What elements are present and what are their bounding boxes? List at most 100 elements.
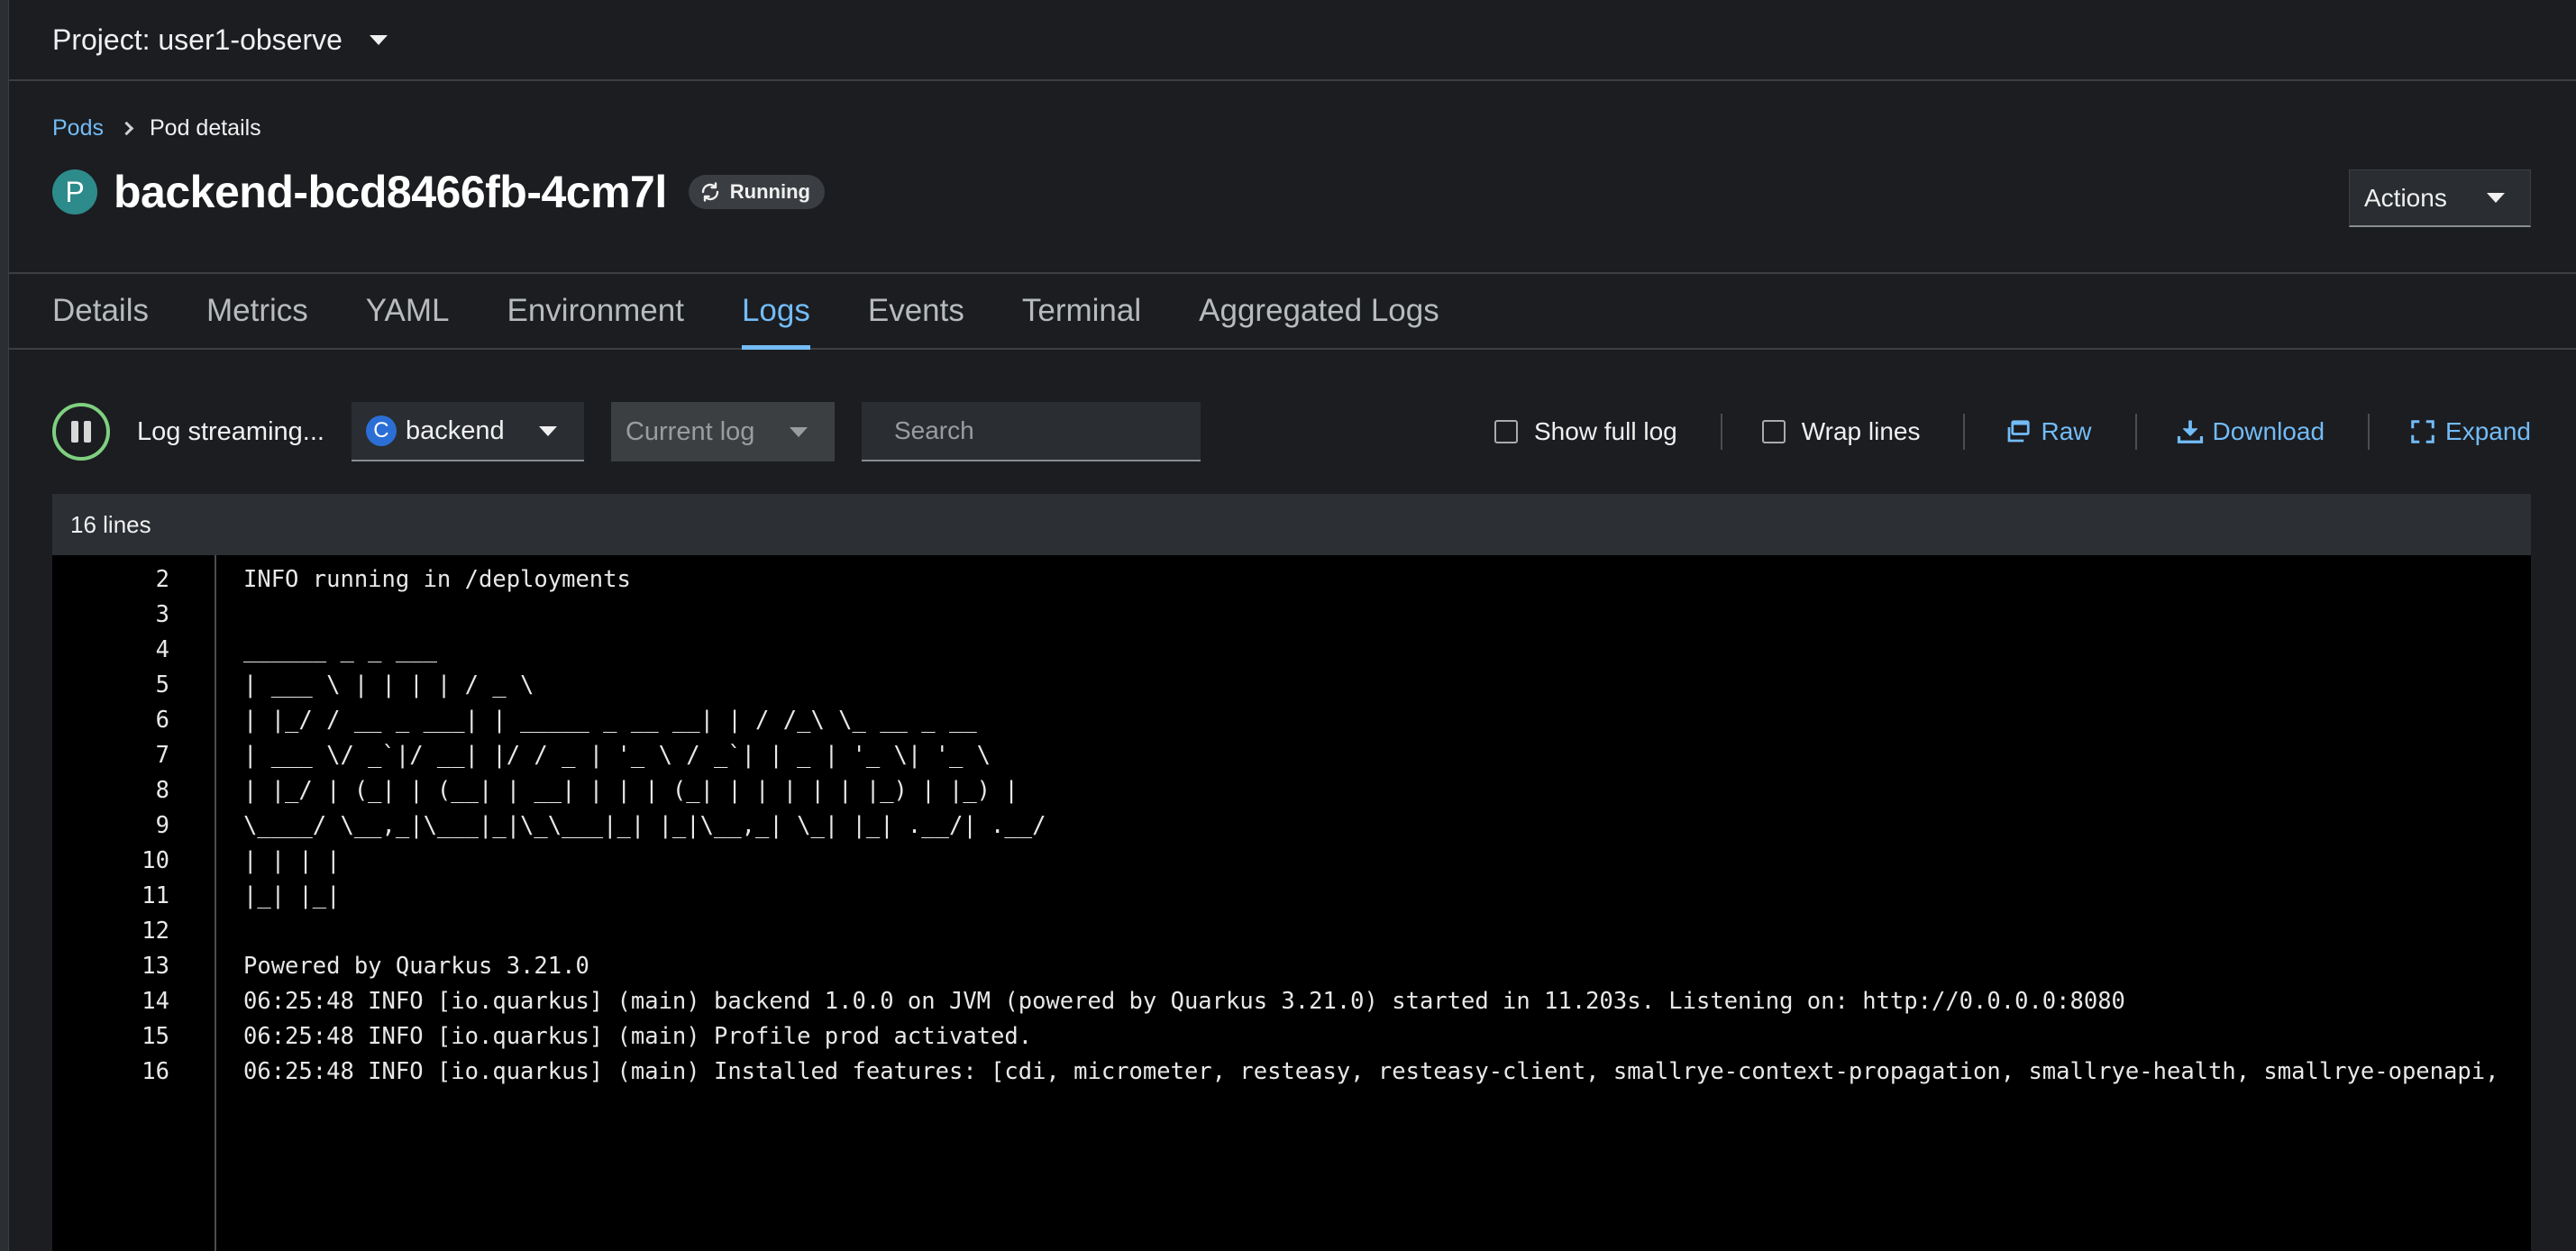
line-text: 06:25:48 INFO [io.quarkus] (main) Profil… (243, 1023, 1033, 1050)
line-text: | |_/ | (_| | (__| | __| | | | (_| | | |… (243, 777, 1019, 804)
page-title: backend-bcd8466fb-4cm7l (114, 167, 667, 217)
line-text: | | | | (243, 847, 341, 874)
show-full-log-checkbox[interactable] (1494, 420, 1518, 443)
raw-button[interactable]: Raw (2005, 417, 2092, 446)
line-number: 13 (142, 953, 169, 980)
left-nav-edge (0, 0, 9, 1251)
wrap-lines-checkbox[interactable] (1761, 420, 1786, 443)
wrap-lines-toggle[interactable]: Wrap lines (1761, 417, 1921, 446)
log-line: 4 ______ _ _ ___ (52, 633, 2531, 668)
caret-down-icon (789, 426, 808, 437)
line-text: INFO running in /deployments (243, 566, 631, 593)
line-number: 5 (155, 671, 169, 699)
line-number: 4 (155, 636, 169, 663)
caret-down-icon (369, 34, 388, 45)
log-toolbar: Log streaming... C backend Current log S… (52, 400, 2531, 463)
breadcrumb-link-pods[interactable]: Pods (52, 115, 104, 142)
container-select[interactable]: C backend (351, 402, 584, 461)
tab-yaml[interactable]: YAML (366, 274, 450, 348)
show-full-log-toggle[interactable]: Show full log (1494, 417, 1677, 446)
toolbar-divider (2368, 414, 2370, 450)
log-line: 10 | | | | (52, 844, 2531, 879)
log-line: 9 \____/ \__,_|\___|_|\_\___|_| |_|\__,_|… (52, 808, 2531, 844)
tab-aggregated-logs[interactable]: Aggregated Logs (1199, 274, 1439, 348)
line-text: | ___ \/ _`|/ __| |/ / _ | '_ \ / _`| | … (243, 742, 991, 769)
line-text: \____/ \__,_|\___|_|\_\___|_| |_|\__,_| … (243, 812, 1046, 839)
toolbar-divider (1963, 414, 1966, 450)
toolbar-divider (2134, 414, 2137, 450)
log-line: 5 | ___ \ | | | | / _ \ (52, 668, 2531, 703)
container-select-value: backend (405, 415, 505, 445)
line-number: 7 (155, 742, 169, 769)
tab-logs[interactable]: Logs (741, 274, 810, 350)
line-number: 3 (155, 601, 169, 628)
tab-details[interactable]: Details (52, 274, 149, 348)
log-line-count-bar: 16 lines (52, 494, 2531, 555)
caret-down-icon (538, 425, 557, 436)
status-badge: Running (688, 175, 825, 209)
line-number: 9 (155, 812, 169, 839)
sync-icon (701, 182, 718, 202)
search-input[interactable] (891, 415, 1221, 446)
download-label: Download (2212, 417, 2325, 445)
streaming-status: Log streaming... (137, 416, 324, 446)
log-line: 11 |_| |_| (52, 879, 2531, 914)
line-number: 2 (155, 566, 169, 593)
project-bar: Project: user1-observe (9, 0, 2576, 81)
line-number: 16 (142, 1058, 169, 1085)
log-type-select[interactable]: Current log (610, 402, 835, 461)
line-number: 15 (142, 1023, 169, 1050)
log-line: 15 06:25:48 INFO [io.quarkus] (main) Prof… (52, 1019, 2531, 1055)
line-number: 10 (142, 847, 169, 874)
log-type-value: Current log (625, 416, 755, 446)
caret-down-icon (2487, 193, 2505, 203)
line-text: Powered by Quarkus 3.21.0 (243, 953, 589, 980)
log-line: 13 Powered by Quarkus 3.21.0 (52, 949, 2531, 984)
log-line: 2 INFO running in /deployments (52, 562, 2531, 598)
line-text: |_| |_| (243, 882, 341, 909)
log-line: 3 (52, 598, 2531, 633)
actions-label: Actions (2364, 183, 2447, 212)
toolbar-divider (1720, 414, 1722, 450)
toolbar-right-group: Show full log Wrap lines Raw Download Ex… (1494, 414, 2531, 450)
chevron-right-icon (119, 121, 134, 136)
page-header: Pods Pod details P backend-bcd8466fb-4cm… (9, 83, 2576, 272)
project-selector[interactable]: Project: user1-observe (52, 23, 388, 57)
log-line: 12 (52, 914, 2531, 949)
log-line-count: 16 lines (70, 510, 151, 538)
pause-button[interactable] (52, 403, 110, 461)
container-badge: C (365, 415, 397, 446)
breadcrumb: Pods Pod details (52, 115, 261, 142)
raw-label: Raw (2041, 417, 2092, 445)
line-number: 8 (155, 777, 169, 804)
pod-resource-badge: P (52, 169, 97, 215)
tab-terminal[interactable]: Terminal (1022, 274, 1141, 348)
tab-events[interactable]: Events (868, 274, 964, 348)
download-button[interactable]: Download (2177, 417, 2325, 446)
line-text: | ___ \ | | | | / _ \ (243, 671, 534, 699)
expand-label: Expand (2445, 417, 2531, 445)
pause-icon (84, 421, 91, 443)
log-line: 6 | |_/ / __ _ ___| | _____ _ __ __| | / … (52, 703, 2531, 738)
tab-environment[interactable]: Environment (507, 274, 683, 348)
expand-button[interactable]: Expand (2409, 417, 2531, 446)
project-label: Project: user1-observe (52, 23, 343, 56)
expand-icon (2411, 420, 2434, 443)
log-line: 16 06:25:48 INFO [io.quarkus] (main) Inst… (52, 1055, 2531, 1090)
external-window-icon (2008, 420, 2031, 443)
line-number: 11 (142, 882, 169, 909)
log-viewer[interactable]: 2 INFO running in /deployments 3 4 ______ _ … (52, 555, 2531, 1251)
actions-button[interactable]: Actions (2349, 169, 2531, 227)
log-line: 8 | |_/ | (_| | (__| | __| | | | (_| | | … (52, 773, 2531, 808)
search-box (861, 402, 1221, 461)
status-text: Running (729, 180, 810, 203)
tab-metrics[interactable]: Metrics (206, 274, 308, 348)
wrap-lines-label: Wrap lines (1801, 417, 1921, 445)
page-title-row: P backend-bcd8466fb-4cm7l Running (52, 166, 825, 218)
show-full-log-label: Show full log (1533, 417, 1677, 445)
page: Project: user1-observe Pods Pod details … (0, 0, 2576, 1251)
line-text: 06:25:48 INFO [io.quarkus] (main) backen… (243, 988, 2125, 1015)
line-text: ______ _ _ ___ (243, 636, 437, 663)
line-number: 14 (142, 988, 169, 1015)
breadcrumb-current: Pod details (149, 115, 261, 141)
